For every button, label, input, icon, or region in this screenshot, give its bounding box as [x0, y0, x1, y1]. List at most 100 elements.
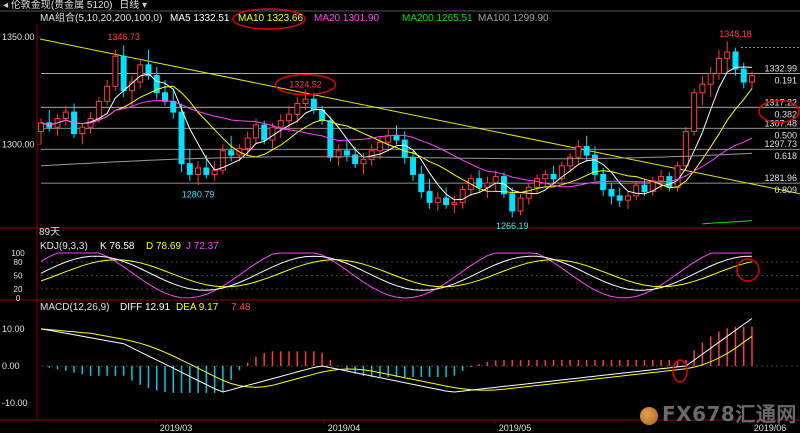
candle-body [542, 173, 549, 180]
macd-tick-label: -10.00 [2, 398, 28, 408]
candle-body [724, 51, 731, 59]
candles-layer [38, 41, 755, 218]
candle-body [178, 111, 185, 165]
candle-body [426, 191, 433, 203]
watermark-text: FX678汇通网 [662, 402, 797, 426]
dropdown-icon[interactable]: ▾ [139, 0, 147, 11]
candle-body [459, 188, 466, 203]
legend-entry: MA200 1265.51 [402, 13, 473, 24]
candle-body [616, 195, 623, 201]
macd-tick-label: 10.00 [2, 324, 25, 334]
instrument-title: 伦敦金现 [10, 0, 51, 11]
candle-body [509, 193, 516, 212]
candle-body [658, 176, 665, 182]
candle-body [707, 72, 714, 85]
macd-title: MACD(12,26,9) [40, 302, 110, 313]
candle-body [575, 145, 582, 158]
legend-entry: DEA 9.17 [176, 302, 219, 313]
kdj-tick-label: 50 [14, 272, 23, 281]
candle-body [476, 178, 483, 188]
candle-body [62, 111, 69, 120]
candle-body [410, 156, 417, 175]
legend-entry: MA10 1323.66 [238, 13, 304, 24]
macd-header: MACD(12,26,9) [40, 302, 109, 314]
legend-entry: J 72.37 [186, 241, 219, 252]
candle-body [517, 197, 524, 212]
x-axis-label: 2019/03 [160, 423, 193, 433]
moving-averages-layer [40, 66, 753, 225]
candle-body [277, 120, 284, 128]
ma200-line [702, 220, 753, 225]
macd-diff-line [40, 318, 753, 393]
stock-chart: 1350.001300.001332.990.1911317.220.38213… [0, 8, 800, 433]
trendline-layer [39, 38, 800, 195]
candle-body [302, 98, 309, 105]
candle-body [732, 51, 739, 70]
candle-body [624, 195, 631, 201]
candle-body [294, 103, 301, 115]
legend-entry: MA100 1299.90 [478, 13, 549, 24]
candle-body [492, 176, 499, 184]
fib-price-label: 1332.99 [764, 63, 797, 73]
kdj-tick-label: 100 [11, 249, 25, 258]
price-annotation: 1348.18 [719, 29, 752, 39]
legend-entry: MA20 1301.90 [314, 13, 380, 24]
kdj-tick-label: 20 [14, 285, 23, 294]
downtrend-line [39, 38, 800, 195]
price-annotation: 1346.73 [107, 32, 140, 42]
price-tick-label: 1350.00 [2, 32, 35, 42]
fx678-logo-icon [640, 406, 658, 425]
candle-body [376, 141, 383, 152]
candle-body [95, 100, 102, 120]
candle-body [699, 83, 706, 94]
candle-body [418, 173, 425, 193]
candle-body [550, 173, 557, 180]
candle-body [443, 197, 450, 206]
candle-body [38, 122, 44, 132]
candle-body [211, 169, 218, 175]
candle-body [740, 68, 747, 83]
candle-body [682, 130, 689, 167]
candle-body [203, 167, 210, 175]
candle-body [261, 124, 268, 141]
candle-body [401, 139, 408, 158]
period-label[interactable]: 日线 [119, 0, 139, 11]
price-annotation: 1280.79 [182, 190, 215, 200]
candle-body [228, 150, 235, 156]
price-annotation: 1324.52 [289, 80, 322, 90]
kdj-header: KDJ(9,3,3) [40, 241, 88, 253]
fib-ratio-label: 0.809 [774, 185, 797, 195]
candle-body [749, 75, 755, 83]
macd-tick-label: 0.00 [2, 361, 20, 371]
legend-entry: DIFF 12.91 [120, 302, 171, 313]
annotation-circles-layer [232, 8, 800, 383]
kdj-tick-label: 0 [16, 294, 21, 303]
watermark: FX678汇通网 [640, 398, 797, 427]
candle-body [120, 55, 127, 92]
fib-ratio-label: 0.191 [774, 75, 797, 85]
candle-body [343, 150, 350, 156]
x-axis-label: 2019/05 [499, 423, 532, 433]
candle-body [310, 98, 317, 111]
price-tick-label: 1300.00 [2, 139, 35, 149]
candle-body [641, 184, 648, 193]
candle-body [393, 135, 400, 141]
candle-body [434, 197, 441, 203]
candle-body [385, 135, 392, 143]
instrument-subtitle: (贵金属 5120) [50, 0, 113, 11]
candle-body [244, 137, 251, 150]
candle-body [451, 201, 458, 206]
legend-entry: K 76.58 [100, 241, 135, 252]
back-arrow-icon[interactable]: ◂ [3, 0, 8, 11]
candle-body [112, 55, 119, 87]
days-count-label: 89天 [39, 227, 61, 238]
toolbar: ◂ 伦敦金现(贵金属 5120) 日线 ▾ [3, 0, 147, 12]
candle-body [252, 124, 259, 139]
candle-body [534, 178, 541, 188]
candle-body [608, 188, 615, 197]
legend-entry: D 78.69 [146, 241, 182, 252]
kdj-d-line [40, 259, 753, 288]
candle-body [186, 163, 193, 175]
candle-body [79, 126, 86, 135]
ma-title: MA组合(5,10,20,200,100,0) [40, 13, 163, 24]
